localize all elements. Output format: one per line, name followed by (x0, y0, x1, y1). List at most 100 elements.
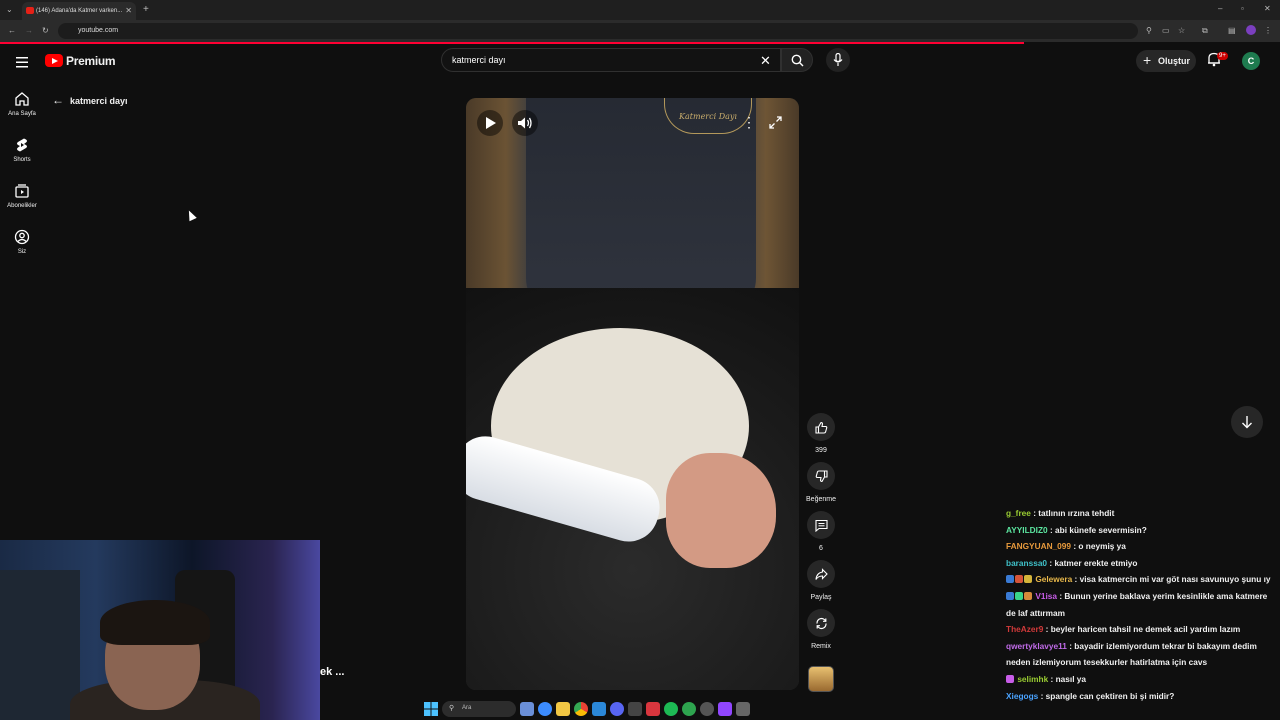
back-title: katmerci dayı (70, 96, 128, 106)
browser-tab-bar: ⌄ (146) Adana'da Katmer varken... ✕ + – … (0, 0, 1280, 20)
clear-search-icon[interactable]: ✕ (760, 53, 771, 69)
remix-action[interactable]: Remix (806, 609, 836, 650)
chat-text: : tatlının ırzına tehdit (1033, 508, 1115, 518)
account-avatar[interactable]: C (1242, 52, 1260, 70)
spotify-icon[interactable] (664, 702, 678, 716)
create-label: Oluştur (1158, 56, 1191, 66)
file-explorer-icon[interactable] (556, 702, 570, 716)
voice-search-button[interactable] (826, 48, 850, 72)
youtube-favicon-icon (26, 7, 34, 14)
store-icon[interactable] (592, 702, 606, 716)
webcam-overlay (0, 540, 320, 720)
chrome-icon[interactable] (574, 702, 588, 716)
browser-tab[interactable]: (146) Adana'da Katmer varken... ✕ (22, 2, 136, 20)
search-input[interactable]: katmerci dayı (441, 48, 781, 72)
search-button[interactable] (781, 48, 813, 72)
bookmark-star-icon[interactable]: ☆ (1178, 26, 1185, 35)
app-icon[interactable] (682, 702, 696, 716)
comments-button[interactable] (807, 511, 835, 539)
create-button[interactable]: + Oluştur (1136, 50, 1196, 72)
video-more-button[interactable]: ⋮ (733, 110, 759, 136)
cast-icon[interactable]: ▭ (1162, 26, 1170, 35)
next-video-button[interactable] (1231, 406, 1263, 438)
minimize-icon[interactable]: – (1218, 4, 1222, 13)
extensions-icon[interactable]: ⧉ (1202, 26, 1208, 36)
extension-icon[interactable]: ▤ (1228, 26, 1236, 35)
app-icon[interactable] (646, 702, 660, 716)
plus-icon: + (1143, 52, 1152, 68)
shorts-icon (17, 138, 27, 152)
close-window-icon[interactable]: ✕ (1264, 4, 1271, 13)
maximize-icon[interactable]: ▫ (1241, 4, 1244, 13)
webcam-overlay-text: ek ... (320, 666, 345, 678)
hamburger-menu-icon[interactable] (16, 55, 28, 73)
fullscreen-button[interactable] (763, 110, 789, 136)
dislike-action[interactable]: Beğenme (804, 462, 838, 503)
chat-badge-icon (1006, 575, 1014, 584)
share-action[interactable]: Paylaş (806, 560, 836, 601)
menu-dots-icon[interactable]: ⋮ (1264, 26, 1272, 35)
profile-icon[interactable] (1246, 25, 1256, 35)
taskbar-search-input[interactable]: ⚲ Ara (442, 701, 516, 717)
sidebar-item-label: Ana Sayfa (8, 111, 36, 117)
app-icon[interactable] (628, 702, 642, 716)
notification-badge: 9+ (1217, 52, 1228, 60)
like-button[interactable] (807, 413, 835, 441)
taskbar-search-placeholder: Ara (462, 705, 472, 711)
back-nav-icon[interactable]: ← (8, 26, 16, 35)
chat-message: qwertyklavye11 : bayadir izlemiyordum te… (1006, 638, 1276, 671)
volume-icon (518, 117, 532, 129)
comments-action[interactable]: 6 (806, 511, 836, 552)
app-icon[interactable] (736, 702, 750, 716)
home-icon (15, 92, 29, 106)
chat-badge-icon (1024, 591, 1032, 600)
zoom-icon[interactable]: ⚲ (1146, 26, 1152, 35)
chat-text: : beyler haricen tahsil ne demek acil ya… (1045, 624, 1241, 635)
discord-icon[interactable] (610, 702, 624, 716)
dislike-label: Beğenme (806, 496, 836, 503)
shorts-video-player[interactable]: Katmerci Dayı ⋮ (466, 98, 799, 690)
chat-message: FANGYUAN_099 : o neymiş ya (1006, 538, 1276, 555)
chat-username: baranssa0 (1006, 557, 1048, 568)
sidebar-item-you[interactable]: Siz (0, 229, 44, 255)
search-value: katmerci dayı (452, 55, 506, 65)
like-count: 399 (815, 447, 827, 454)
chat-username: AYYILDIZ0 (1006, 524, 1048, 535)
edge-browser-icon[interactable] (538, 702, 552, 716)
play-button[interactable] (477, 110, 503, 136)
subscriptions-icon (15, 184, 29, 198)
chat-badge-icon (1015, 591, 1023, 600)
forward-nav-icon[interactable]: → (25, 26, 33, 35)
tab-list-icon[interactable]: ⌄ (6, 5, 13, 14)
new-tab-button[interactable]: + (143, 4, 149, 15)
sidebar-item-shorts[interactable]: Shorts (0, 137, 44, 163)
comment-count: 6 (819, 545, 823, 552)
sidebar-item-label: Siz (17, 249, 27, 255)
twitch-icon[interactable] (718, 702, 732, 716)
youtube-logo-icon[interactable] (45, 54, 63, 67)
remix-label: Remix (811, 643, 831, 650)
volume-button[interactable] (512, 110, 538, 136)
app-icon[interactable] (700, 702, 714, 716)
url-input[interactable]: youtube.com (58, 23, 1138, 39)
microphone-icon (833, 53, 843, 66)
reload-icon[interactable]: ↻ (42, 26, 49, 35)
sidebar-item-home[interactable]: Ana Sayfa (0, 91, 44, 117)
chat-username: Gelewera (1035, 574, 1073, 585)
more-vertical-icon: ⋮ (742, 114, 756, 130)
windows-start-icon[interactable] (424, 702, 438, 716)
dislike-button[interactable] (807, 462, 835, 490)
back-arrow-icon[interactable]: ← (52, 93, 64, 107)
back-row[interactable]: ← katmerci dayı (52, 93, 128, 107)
remix-button[interactable] (807, 609, 835, 637)
like-action[interactable]: 399 (806, 413, 836, 454)
sound-thumbnail[interactable] (808, 666, 834, 692)
share-button[interactable] (807, 560, 835, 588)
logo-text[interactable]: Premium (66, 54, 116, 68)
sidebar-item-subscriptions[interactable]: Abonelikler (0, 183, 44, 209)
expand-icon (769, 116, 782, 129)
chat-text: : o neymiş ya (1073, 541, 1126, 552)
tab-close-icon[interactable]: ✕ (125, 6, 132, 15)
play-icon (486, 117, 496, 129)
task-view-icon[interactable] (520, 702, 534, 716)
